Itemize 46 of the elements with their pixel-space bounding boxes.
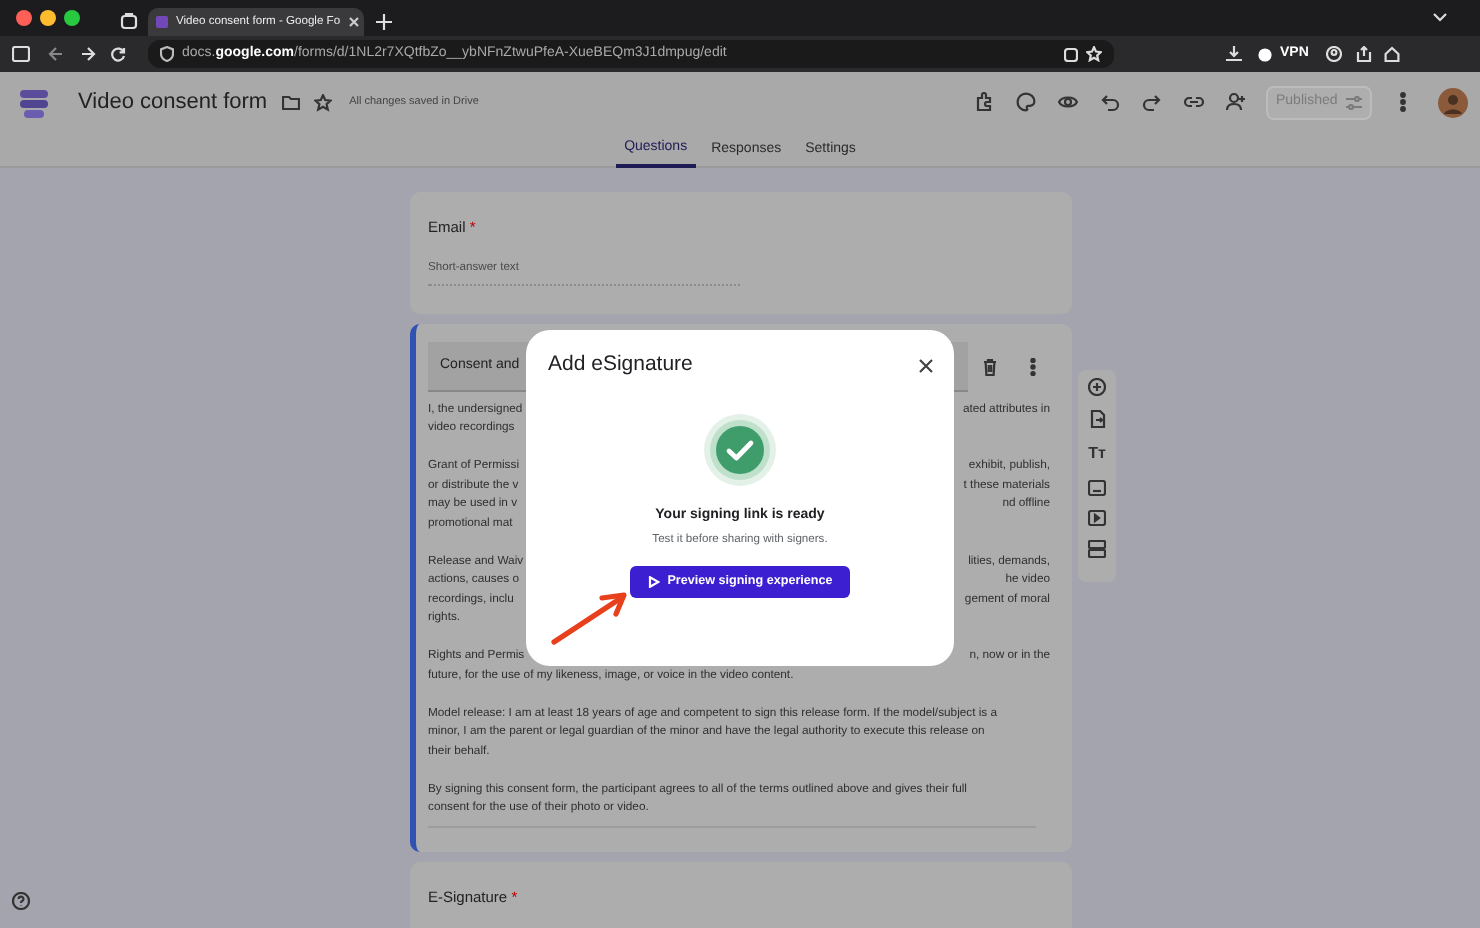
star-icon[interactable]	[313, 93, 332, 111]
sliders-icon	[1346, 95, 1362, 109]
redo-icon[interactable]	[1142, 92, 1162, 112]
preview-eye-icon[interactable]	[1058, 92, 1078, 112]
add-section-icon[interactable]	[1088, 540, 1106, 558]
new-tab-icon[interactable]	[376, 14, 392, 30]
palette-icon[interactable]	[1016, 92, 1036, 112]
add-video-icon[interactable]	[1088, 510, 1106, 526]
delete-icon[interactable]	[982, 357, 998, 376]
forward-icon[interactable]	[80, 46, 96, 62]
help-icon[interactable]	[12, 892, 30, 910]
more-vertical-icon[interactable]	[1030, 357, 1036, 376]
add-title-tool[interactable]: Tт	[1088, 442, 1106, 466]
add-person-icon[interactable]	[1226, 92, 1246, 112]
more-vertical-icon[interactable]	[1400, 92, 1406, 112]
window-control-dot[interactable]	[40, 10, 56, 26]
folder-icon[interactable]	[281, 94, 300, 110]
shield-icon	[160, 46, 174, 62]
download-icon[interactable]	[1226, 46, 1242, 62]
play-icon	[647, 575, 660, 588]
annotation-arrow	[548, 588, 632, 648]
reader-icon[interactable]	[1064, 47, 1078, 61]
add-image-icon[interactable]	[1088, 480, 1106, 496]
tab-overview-icon[interactable]	[120, 12, 138, 30]
account-icon[interactable]	[1326, 46, 1343, 62]
back-icon[interactable]	[48, 46, 64, 62]
close-icon[interactable]	[918, 357, 934, 374]
form-favicon	[156, 16, 168, 28]
import-icon[interactable]	[1089, 410, 1105, 428]
addon-puzzle-icon[interactable]	[974, 92, 994, 112]
undo-icon[interactable]	[1100, 92, 1120, 112]
chevron-down-icon[interactable]	[1432, 12, 1448, 24]
add-question-icon[interactable]	[1088, 378, 1106, 396]
success-check-icon	[704, 413, 776, 486]
share-icon[interactable]	[1356, 46, 1373, 62]
form-title[interactable]: Video consent form	[78, 85, 268, 119]
vpn-icon	[1258, 47, 1272, 61]
window-control-dot[interactable]	[64, 10, 80, 26]
sidebar-icon[interactable]	[12, 46, 30, 62]
link-icon[interactable]	[1184, 92, 1204, 112]
window-control-dot[interactable]	[16, 10, 32, 26]
reload-icon[interactable]	[110, 46, 126, 62]
home-icon[interactable]	[1384, 46, 1401, 62]
dialog-title: Add eSignature	[548, 350, 693, 380]
avatar[interactable]	[1438, 87, 1468, 117]
forms-logo[interactable]	[18, 87, 50, 117]
